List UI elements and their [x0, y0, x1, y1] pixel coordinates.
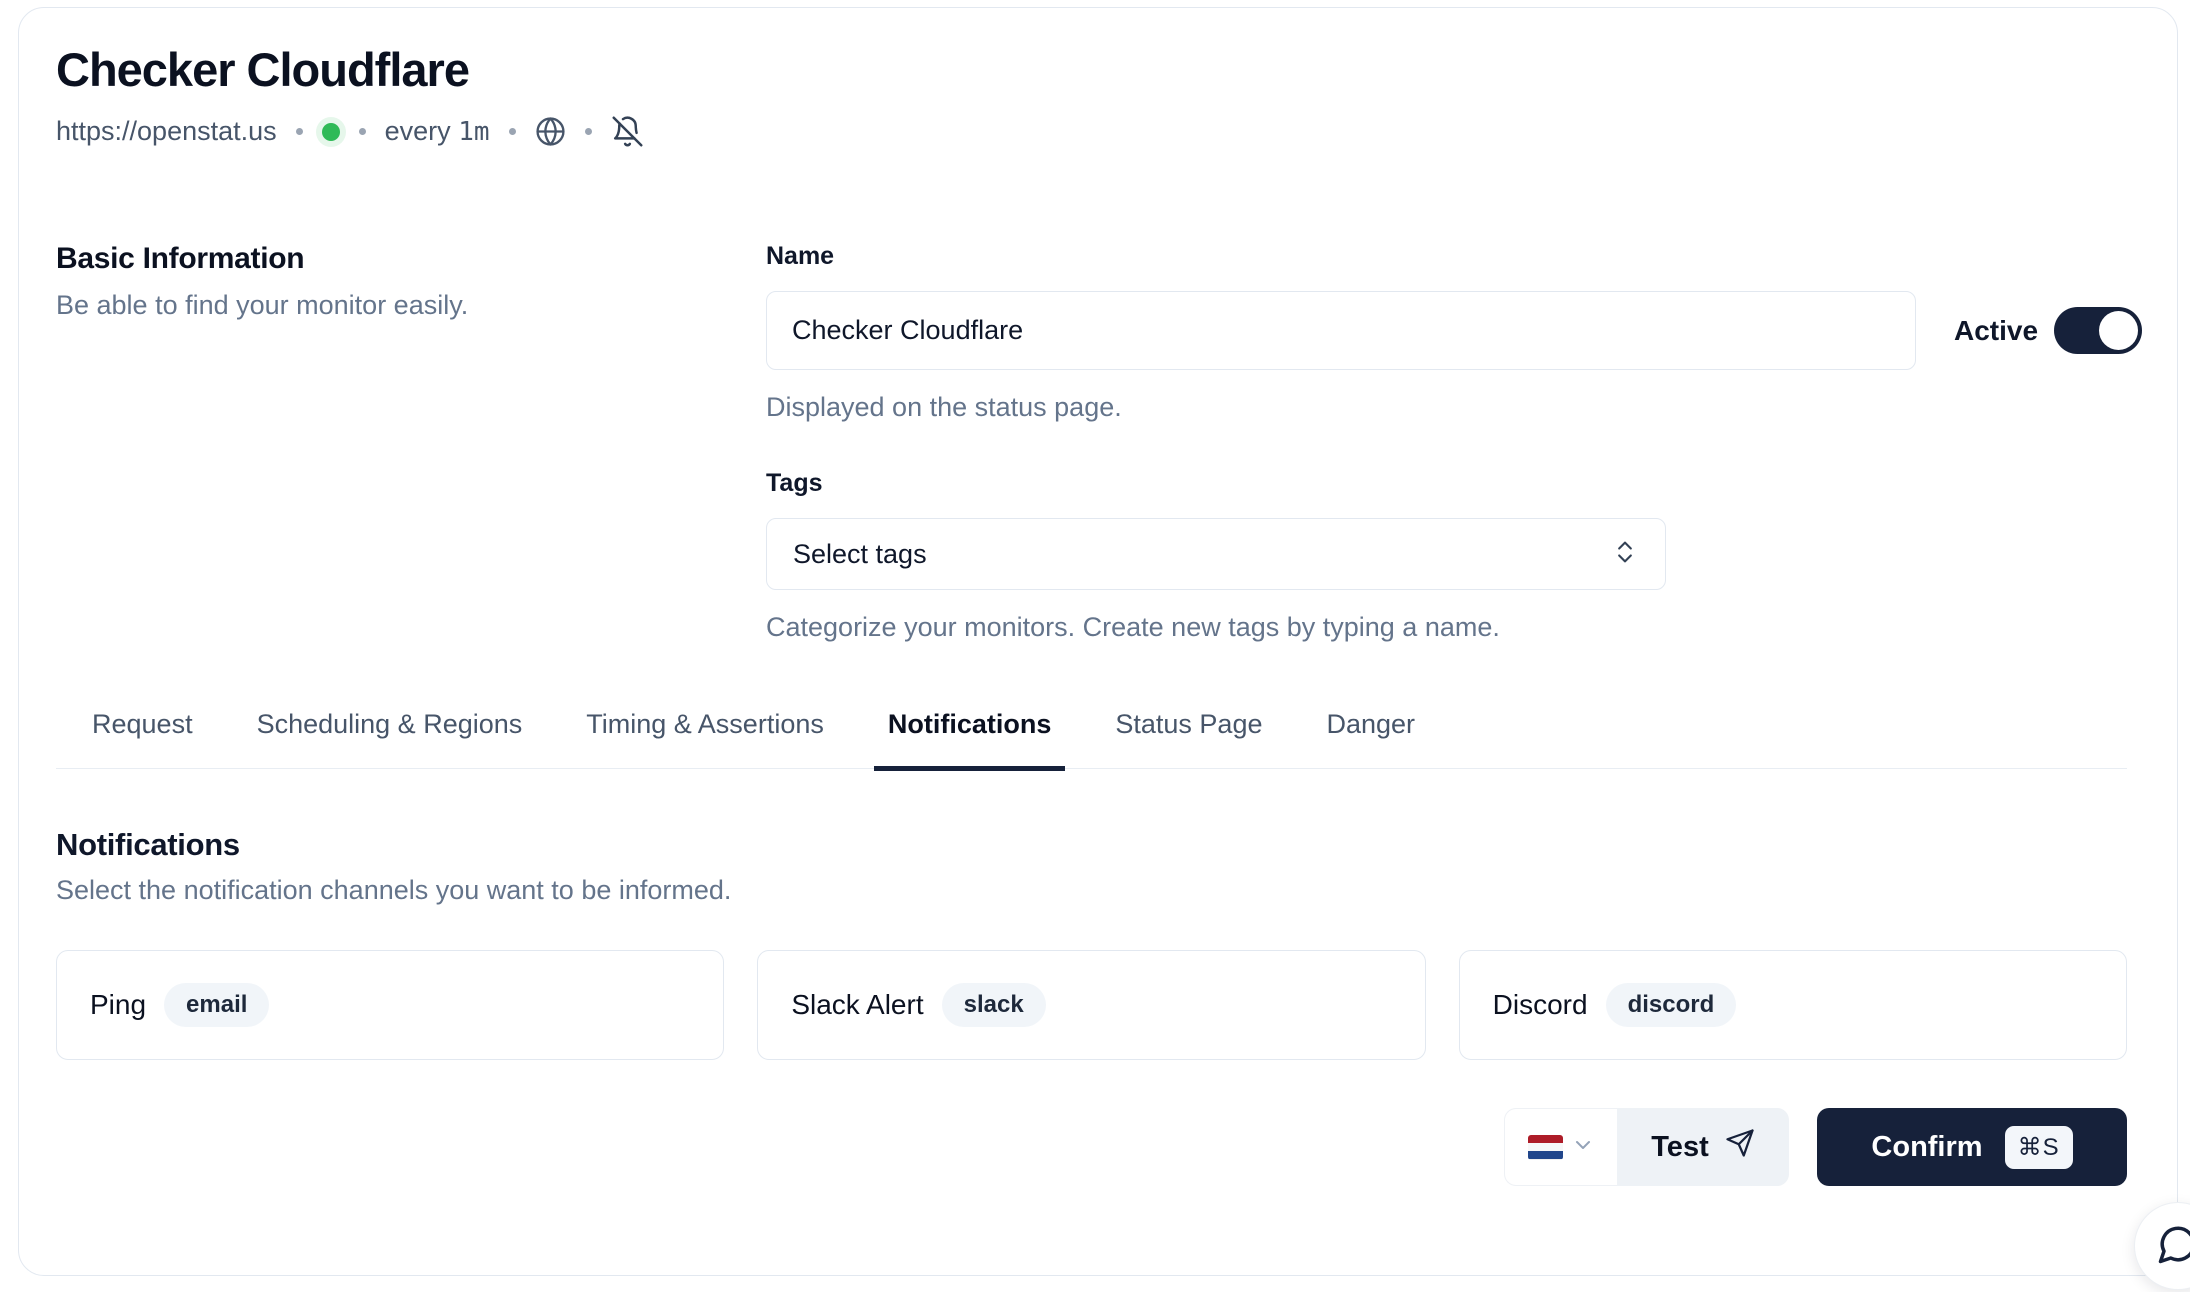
basic-information-heading: Basic Information [56, 242, 305, 275]
tags-select[interactable]: Select tags [766, 518, 1666, 590]
tags-field-label: Tags [766, 469, 823, 497]
page-title: Checker Cloudflare [56, 43, 470, 96]
active-toggle[interactable] [2054, 307, 2143, 354]
channel-card-slack-alert[interactable]: Slack Alert slack [757, 950, 1426, 1060]
channel-provider-badge: discord [1605, 983, 1737, 1027]
test-region-dropdown[interactable] [1504, 1108, 1617, 1186]
tab-request[interactable]: Request [78, 709, 207, 768]
footer-actions: Test Confirm ⌘S [56, 1108, 2127, 1186]
name-row: Active [766, 291, 2143, 370]
tab-notifications[interactable]: Notifications [873, 709, 1066, 771]
netherlands-flag-icon [1527, 1134, 1563, 1160]
bell-off-icon [611, 115, 644, 148]
channel-name: Discord [1492, 989, 1588, 1020]
tab-status-page[interactable]: Status Page [1101, 709, 1276, 768]
tab-danger[interactable]: Danger [1312, 709, 1429, 768]
channel-name: Slack Alert [791, 989, 924, 1020]
channel-card-discord[interactable]: Discord discord [1458, 950, 2127, 1060]
tags-block: Tags Select tags Categorize your monitor… [766, 469, 2142, 643]
monitor-name-input[interactable] [766, 291, 1916, 370]
schedule-text: every 1m [384, 116, 490, 147]
monitor-settings-card: Checker Cloudflare https://openstat.us e… [18, 7, 2178, 1276]
test-button-group: Test [1504, 1108, 1789, 1186]
confirm-button[interactable]: Confirm ⌘S [1817, 1108, 2127, 1186]
separator-dot [584, 128, 592, 135]
chat-bubble-icon [2157, 1223, 2190, 1270]
active-toggle-group: Active [1954, 307, 2143, 354]
globe-icon [535, 116, 566, 147]
separator-dot [295, 128, 303, 135]
chevron-down-icon [1571, 1133, 1595, 1162]
basic-information-fields: Name Active Displayed on the status page… [766, 242, 2143, 643]
channel-name: Ping [90, 989, 147, 1020]
send-icon [1725, 1128, 1755, 1166]
notification-channels: Ping email Slack Alert slack Discord dis… [56, 950, 2127, 1060]
channel-card-ping[interactable]: Ping email [56, 950, 725, 1060]
active-label: Active [1954, 314, 2039, 346]
separator-dot [508, 128, 516, 135]
basic-information-intro: Basic Information Be able to find your m… [56, 242, 766, 643]
tab-scheduling-regions[interactable]: Scheduling & Regions [243, 709, 537, 768]
status-up-indicator [321, 122, 340, 141]
confirm-shortcut-badge: ⌘S [2004, 1125, 2073, 1169]
basic-information-description: Be able to find your monitor easily. [56, 290, 469, 320]
test-button[interactable]: Test [1617, 1108, 1789, 1186]
toggle-knob [2099, 311, 2139, 350]
monitor-subheader: https://openstat.us every 1m [56, 115, 2127, 148]
separator-dot [358, 128, 366, 135]
channel-provider-badge: email [164, 983, 270, 1027]
tags-help-text: Categorize your monitors. Create new tag… [766, 612, 1500, 642]
notifications-description: Select the notification channels you wan… [56, 875, 732, 905]
confirm-button-label: Confirm [1871, 1130, 1983, 1163]
basic-information-section: Basic Information Be able to find your m… [56, 242, 2143, 643]
monitor-url: https://openstat.us [56, 116, 277, 146]
tab-timing-assertions[interactable]: Timing & Assertions [572, 709, 838, 768]
tags-select-value: Select tags [793, 538, 927, 569]
name-help-text: Displayed on the status page. [766, 392, 1122, 422]
test-button-label: Test [1651, 1130, 1709, 1163]
channel-provider-badge: slack [941, 983, 1046, 1027]
notifications-heading: Notifications [56, 827, 240, 862]
chevrons-up-down-icon [1611, 538, 1639, 571]
settings-tabs: Request Scheduling & Regions Timing & As… [56, 709, 2127, 771]
name-field-label: Name [766, 242, 835, 270]
